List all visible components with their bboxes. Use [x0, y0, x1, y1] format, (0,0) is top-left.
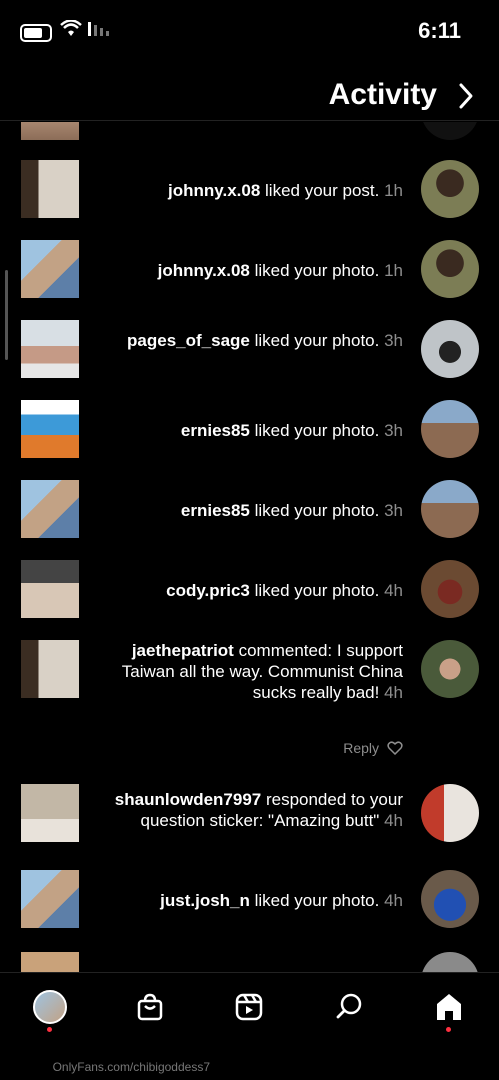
- post-thumbnail[interactable]: [21, 160, 79, 218]
- reels-icon[interactable]: [234, 992, 264, 1022]
- profile-avatar[interactable]: [33, 990, 67, 1024]
- avatar[interactable]: [421, 480, 479, 538]
- notification-text: jaethepatriot commented: I support Taiwa…: [121, 641, 403, 702]
- post-thumbnail[interactable]: [21, 870, 79, 928]
- post-thumbnail[interactable]: [21, 560, 79, 618]
- username[interactable]: cody.pric3: [166, 581, 250, 600]
- notification-text: pages_of_sage liked your photo. 3h: [127, 331, 403, 350]
- username[interactable]: shaunlowden7997: [115, 790, 261, 809]
- list-item[interactable]: ernies85 liked your photo. 3h: [0, 400, 499, 462]
- post-thumbnail[interactable]: [21, 400, 79, 458]
- username[interactable]: johnny.x.08: [158, 261, 250, 280]
- username[interactable]: ernies85: [181, 421, 250, 440]
- avatar[interactable]: [421, 952, 479, 972]
- tab-search[interactable]: [331, 989, 367, 1025]
- list-item[interactable]: pages_of_sage liked your photo. 3h: [0, 320, 499, 382]
- tab-bar: [0, 972, 499, 1043]
- chevron-right-icon[interactable]: [457, 82, 475, 110]
- notification-text: shaunlowden7997 responded to your questi…: [114, 790, 403, 830]
- activity-feed[interactable]: johnny.x.08 liked your post. 1h johnny.x…: [0, 122, 499, 972]
- heart-icon[interactable]: [387, 741, 403, 755]
- signal-icon: [88, 22, 109, 36]
- list-item[interactable]: johnny.x.08 liked your post. 1h: [0, 160, 499, 222]
- notification-text: just.josh_n liked your photo. 4h: [160, 891, 403, 910]
- shop-icon[interactable]: [135, 992, 165, 1022]
- list-item-partial: [0, 122, 499, 140]
- home-icon[interactable]: [433, 992, 465, 1022]
- avatar[interactable]: [421, 640, 479, 698]
- watermark: OnlyFans.com/chibigoddess7: [52, 1060, 210, 1074]
- avatar[interactable]: [421, 122, 479, 140]
- comment-actions: Reply: [343, 740, 403, 756]
- post-thumbnail[interactable]: [21, 320, 79, 378]
- username[interactable]: ernies85: [181, 501, 250, 520]
- list-item-partial: [0, 952, 499, 972]
- post-thumbnail[interactable]: [21, 480, 79, 538]
- list-item[interactable]: johnny.x.08 liked your photo. 1h: [0, 240, 499, 302]
- notification-text: ernies85 liked your photo. 3h: [180, 421, 403, 440]
- notification-text: johnny.x.08 liked your photo. 1h: [157, 261, 403, 280]
- notification-text: johnny.x.08 liked your post. 1h: [168, 181, 403, 200]
- avatar[interactable]: [421, 400, 479, 458]
- username[interactable]: pages_of_sage: [127, 331, 250, 350]
- tab-home[interactable]: [431, 989, 467, 1025]
- avatar[interactable]: [421, 320, 479, 378]
- tab-shop[interactable]: [132, 989, 168, 1025]
- notification-text: ernies85 liked your photo. 3h: [180, 501, 403, 520]
- username[interactable]: jaethepatriot: [132, 641, 234, 660]
- post-thumbnail[interactable]: [21, 952, 79, 972]
- tab-profile[interactable]: [32, 989, 68, 1025]
- list-item[interactable]: shaunlowden7997 responded to your questi…: [0, 784, 499, 846]
- avatar[interactable]: [421, 784, 479, 842]
- wifi-icon: [60, 20, 82, 36]
- status-time: 6:11: [418, 18, 461, 43]
- post-thumbnail[interactable]: [21, 122, 79, 140]
- list-item[interactable]: ernies85 liked your photo. 3h: [0, 480, 499, 542]
- username[interactable]: johnny.x.08: [168, 181, 260, 200]
- username[interactable]: just.josh_n: [160, 891, 250, 910]
- avatar[interactable]: [421, 240, 479, 298]
- page-title: Activity: [328, 78, 437, 111]
- status-bar: 6:11: [0, 0, 499, 60]
- avatar[interactable]: [421, 160, 479, 218]
- tab-reels[interactable]: [231, 989, 267, 1025]
- post-thumbnail[interactable]: [21, 640, 79, 698]
- list-item[interactable]: jaethepatriot commented: I support Taiwa…: [0, 640, 499, 760]
- battery-icon: [20, 24, 52, 42]
- notification-dot: [47, 1027, 52, 1032]
- notification-dot: [446, 1027, 451, 1032]
- avatar[interactable]: [421, 870, 479, 928]
- list-item[interactable]: cody.pric3 liked your photo. 4h: [0, 560, 499, 622]
- header: Activity: [0, 70, 499, 121]
- reply-button[interactable]: Reply: [343, 740, 379, 756]
- notification-text: cody.pric3 liked your photo. 4h: [166, 581, 403, 600]
- post-thumbnail[interactable]: [21, 784, 79, 842]
- search-icon[interactable]: [334, 992, 364, 1022]
- avatar[interactable]: [421, 560, 479, 618]
- post-thumbnail[interactable]: [21, 240, 79, 298]
- list-item[interactable]: just.josh_n liked your photo. 4h: [0, 870, 499, 932]
